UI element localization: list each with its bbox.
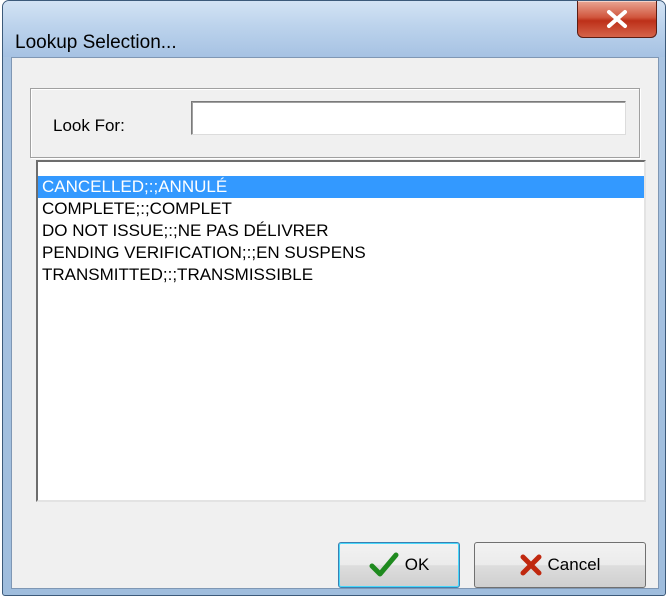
list-item[interactable]: CANCELLED;:;ANNULÉ <box>38 176 644 198</box>
list-item[interactable]: COMPLETE;:;COMPLET <box>38 198 644 220</box>
search-panel: Look For: <box>30 88 640 158</box>
checkmark-icon <box>369 552 399 577</box>
lookup-dialog: Lookup Selection... Look For: CANCELLED;… <box>2 0 666 596</box>
look-for-input[interactable] <box>191 101 626 135</box>
title-bar[interactable]: Lookup Selection... <box>3 1 665 57</box>
window-title: Lookup Selection... <box>15 32 177 53</box>
lookup-listbox[interactable]: CANCELLED;:;ANNULÉ COMPLETE;:;COMPLET DO… <box>36 160 646 502</box>
dialog-body: Look For: CANCELLED;:;ANNULÉ COMPLETE;:;… <box>11 57 659 589</box>
cancel-label: Cancel <box>547 555 601 574</box>
x-mark-icon <box>520 554 542 576</box>
close-button[interactable] <box>577 1 657 38</box>
close-icon <box>607 10 627 28</box>
list-item[interactable]: PENDING VERIFICATION;:;EN SUSPENS <box>38 242 644 264</box>
cancel-button[interactable]: Cancel <box>474 542 646 588</box>
look-for-label: Look For: <box>53 116 125 135</box>
list-item[interactable]: DO NOT ISSUE;:;NE PAS DÉLIVRER <box>38 220 644 242</box>
ok-label: OK <box>404 555 430 574</box>
list-item[interactable]: TRANSMITTED;:;TRANSMISSIBLE <box>38 264 644 286</box>
ok-button[interactable]: OK <box>338 542 460 588</box>
